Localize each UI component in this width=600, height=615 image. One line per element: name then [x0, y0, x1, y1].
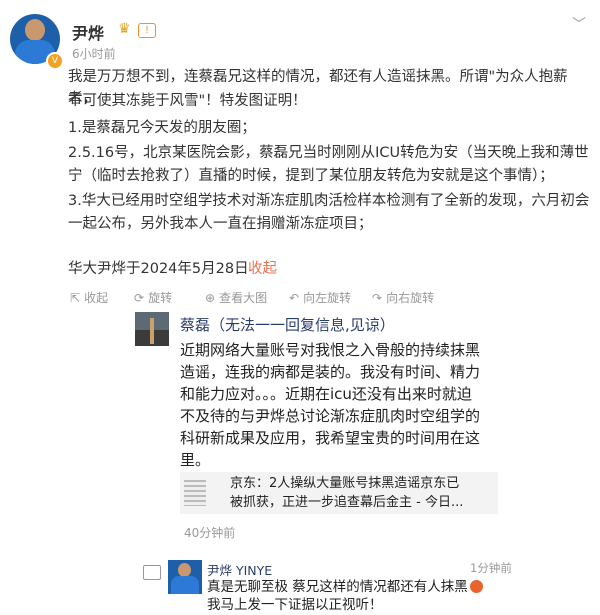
crown-icon: ♛ [118, 21, 131, 37]
post-line: 3.华大已经用时空组学技术对渐冻症肌肉活检样本检测有了全新的发现，六月初会 [68, 193, 590, 209]
reply-line: 真是无聊至极 蔡兄这样的情况都还有人抹黑 [207, 578, 483, 597]
collapse-link[interactable]: 收起 [248, 257, 277, 278]
chevron-down-icon[interactable]: ﹀ [572, 14, 586, 34]
news-text: 京东：2人操纵大量账号抹黑造谣京东已 被抓获，正进一步追查幕后金主 - 今日..… [230, 474, 492, 512]
post-time: 6小时前 [72, 47, 116, 61]
rotate-right-icon: ↷ [372, 291, 383, 305]
zoom-icon: ⊕ [205, 291, 216, 305]
repost-button[interactable]: ⟳ 旋转 [134, 289, 172, 306]
reply-author-name: 尹烨 YINYE [207, 563, 273, 578]
news-thumbnail [184, 480, 206, 506]
rotate-icon: ⟳ [134, 291, 145, 305]
reply-line: 我马上发一下证据以正视听！ [207, 597, 383, 613]
news-line: 京东：2人操纵大量账号抹黑造谣京东已 [230, 476, 460, 491]
screenshot-line: 里。 [180, 451, 211, 469]
screenshot-line: 和能力应对。。。近期在icu还没有出来时就迫 [180, 385, 472, 403]
reply-avatar [168, 560, 202, 594]
post-line: 不可使其冻毙于风雪"！特发图证明！ [68, 93, 307, 109]
caolei-avatar [135, 312, 169, 346]
screenshot-line: 科研新成果及应用，我希望宝贵的时间用在这 [180, 429, 481, 447]
rotate-right-button[interactable]: ↷ 向右旋转 [372, 289, 434, 306]
vip-badge: ! [138, 23, 156, 38]
reply-time: 1分钟前 [470, 561, 512, 575]
rotate-left-button[interactable]: ↶ 向左旋转 [289, 289, 351, 306]
angry-emoji-icon [469, 580, 483, 593]
post-line: 2.5.16号，北京某医院会影，蔡磊兄当时刚刚从ICU转危为安（当天晚上我和薄世 [68, 145, 589, 161]
post-line: 1.是蔡磊兄今天发的朋友圈； [68, 120, 256, 136]
verified-v-icon: V [46, 52, 64, 70]
rotate-left-icon: ↶ [289, 291, 300, 305]
screenshot-author-name: 蔡磊（无法一一回复信息,见谅） [180, 316, 395, 334]
post-line: 宁（临时去抢救了）直播的时候，提到了某位朋友转危为安就是这个事情）； [68, 168, 554, 184]
post-line: 一起公布，另外我本人一直在捐赠渐冻症项目； [68, 216, 373, 232]
screenshot-time: 40分钟前 [184, 526, 236, 540]
collapse-icon: ⇱ [70, 291, 81, 305]
collect-button[interactable]: ⇱ 收起 [70, 289, 108, 306]
screenshot-line: 造谣，连我的病都是装的。我没有时间、精力 [180, 363, 481, 381]
username[interactable]: 尹烨 [72, 20, 104, 44]
post-signature: 华大尹烨于2024年5月28日 [68, 261, 249, 277]
news-line: 被抓获，正进一步追查幕后金主 - 今日... [230, 495, 464, 510]
comment-icon [143, 565, 161, 580]
screenshot-line: 近期网络大量账号对我恨之入骨般的持续抹黑 [180, 341, 481, 359]
screenshot-line: 不及待的与尹烨总讨论渐冻症肌肉时空组学的 [180, 407, 481, 425]
view-large-button[interactable]: ⊕ 查看大图 [205, 289, 267, 306]
